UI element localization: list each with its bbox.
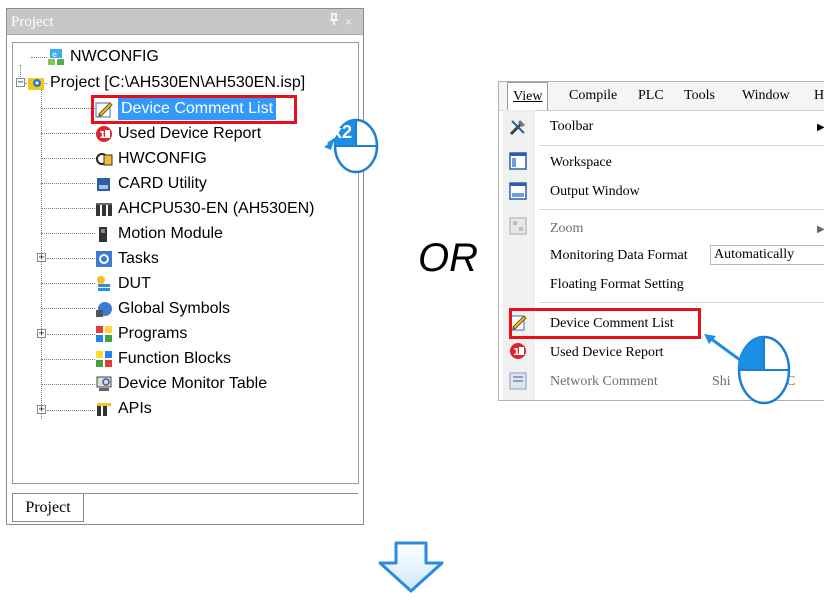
or-label: OR — [418, 236, 478, 280]
monitor-table-icon — [95, 375, 113, 393]
single-click-indicator — [700, 330, 800, 415]
device-report-icon: 1 — [509, 342, 527, 360]
close-icon[interactable]: × — [345, 9, 352, 35]
output-window-icon — [509, 182, 527, 200]
cpu-module-icon — [95, 200, 113, 218]
tasks-icon — [95, 250, 113, 268]
module-icon — [95, 225, 113, 243]
menu-item-zoom[interactable]: Zoom — [550, 221, 583, 237]
workspace-icon — [509, 152, 527, 170]
project-gear-icon — [27, 74, 45, 92]
expand-toggle-apis[interactable]: + — [37, 405, 46, 415]
programs-icon — [95, 325, 113, 343]
pin-icon[interactable] — [329, 9, 339, 35]
menu-item-toolbar[interactable]: Toolbar — [550, 119, 593, 135]
menubar: View Compile PLC Tools Window H — [499, 82, 824, 111]
tree-item-motion-module[interactable]: Motion Module — [95, 223, 223, 245]
tree-item-project[interactable]: Project [C:\AH530EN\AH530EN.isp] — [27, 72, 305, 94]
card-icon — [95, 175, 113, 193]
collapse-toggle[interactable]: − — [16, 78, 25, 88]
monitoring-format-select[interactable]: Automatically — [710, 245, 824, 265]
tree-item-used-device-report[interactable]: 1 Used Device Report — [95, 123, 261, 145]
menu-item-floating-format[interactable]: Floating Format Setting — [550, 277, 684, 293]
menu-plc[interactable]: PLC — [638, 82, 664, 110]
double-click-badge: x2 — [332, 122, 353, 142]
apis-icon — [95, 400, 113, 418]
tree-item-global-symbols[interactable]: Global Symbols — [95, 298, 230, 320]
tree-item-device-monitor-table[interactable]: Device Monitor Table — [95, 373, 267, 395]
tree-item-cpu[interactable]: AHCPU530-EN (AH530EN) — [95, 198, 315, 220]
tree-item-function-blocks[interactable]: Function Blocks — [95, 348, 231, 370]
tree-item-tasks[interactable]: Tasks — [95, 248, 159, 270]
menu-view[interactable]: View — [507, 82, 549, 110]
function-blocks-icon — [95, 350, 113, 368]
svg-text:1: 1 — [513, 347, 520, 358]
highlight-box — [509, 308, 701, 339]
svg-text:e: e — [52, 50, 57, 59]
dut-icon — [95, 275, 113, 293]
hardware-config-icon — [95, 150, 113, 168]
svg-text:1: 1 — [99, 130, 106, 141]
zoom-icon — [509, 217, 527, 235]
menu-window[interactable]: Window — [742, 82, 790, 110]
submenu-arrow-icon: ▶ — [817, 224, 824, 235]
tree-item-apis[interactable]: APIs — [95, 398, 152, 420]
toolbar-icon — [509, 118, 527, 136]
menu-compile[interactable]: Compile — [569, 82, 617, 110]
network-comment-icon — [509, 372, 527, 390]
panel-title-bar: Project × — [7, 9, 363, 35]
expand-toggle-programs[interactable]: + — [37, 329, 46, 339]
tree-item-programs[interactable]: Programs — [95, 323, 187, 345]
tree-item-card-utility[interactable]: CARD Utility — [95, 173, 207, 195]
network-config-icon: e — [47, 48, 65, 66]
menu-item-output-window[interactable]: Output Window — [550, 184, 640, 200]
tree-item-nwconfig[interactable]: e NWCONFIG — [47, 46, 159, 68]
tab-project[interactable]: Project — [12, 494, 84, 522]
menu-tools[interactable]: Tools — [684, 82, 715, 110]
down-arrow-icon — [378, 541, 444, 598]
tree-item-dut[interactable]: DUT — [95, 273, 151, 295]
menu-item-network-comment[interactable]: Network Comment — [550, 374, 658, 390]
double-click-indicator: x2 — [300, 108, 380, 193]
project-panel: Project × − + + + e NWCONFIG Project [C:… — [6, 8, 364, 525]
device-report-icon: 1 — [95, 125, 113, 143]
expand-toggle-tasks[interactable]: + — [37, 253, 46, 263]
menu-item-monitoring-data-format[interactable]: Monitoring Data Format — [550, 248, 688, 264]
highlight-box — [91, 95, 297, 124]
panel-title: Project — [11, 14, 54, 30]
menu-item-workspace[interactable]: Workspace — [550, 155, 612, 171]
tree-item-hwconfig[interactable]: HWCONFIG — [95, 148, 207, 170]
global-symbols-icon — [95, 300, 113, 318]
menu-help[interactable]: H — [814, 82, 824, 110]
menu-item-used-device-report[interactable]: Used Device Report — [550, 345, 664, 361]
submenu-arrow-icon: ▶ — [817, 122, 824, 133]
